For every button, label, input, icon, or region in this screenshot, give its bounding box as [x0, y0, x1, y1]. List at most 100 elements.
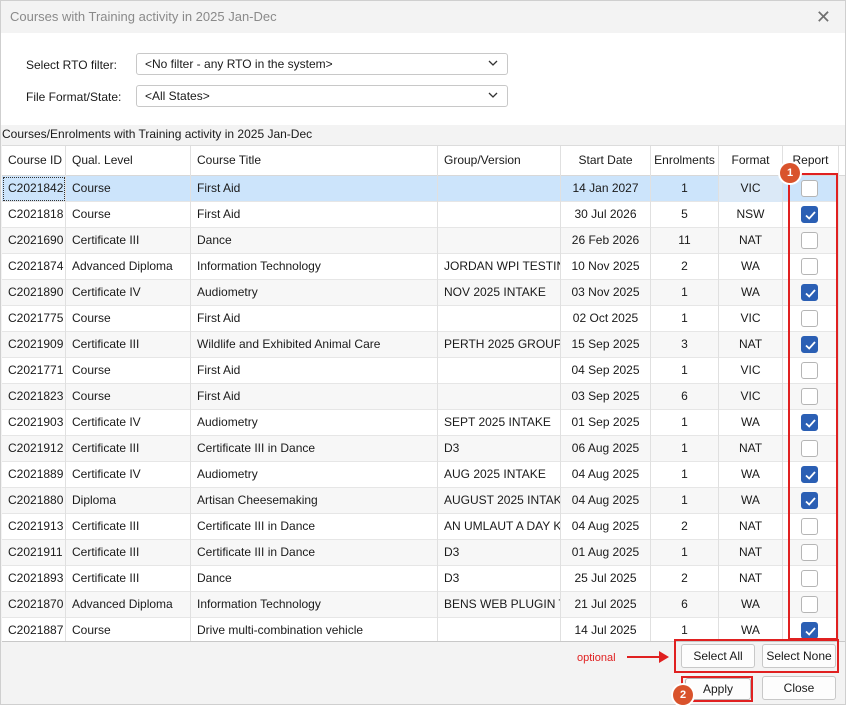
column-header-enrolments[interactable]: Enrolments	[651, 146, 719, 176]
course-title-cell: First Aid	[191, 384, 438, 410]
enrolments-cell: 2	[651, 514, 719, 540]
format-cell: WA	[719, 410, 783, 436]
courses-grid: Course ID Qual. Level Course Title Group…	[2, 145, 845, 642]
group-version-cell: JORDAN WPI TESTING	[438, 254, 561, 280]
format-cell: NAT	[719, 566, 783, 592]
step-2-badge: 2	[673, 685, 693, 705]
start-date-cell: 04 Aug 2025	[561, 514, 651, 540]
group-version-cell	[438, 384, 561, 410]
format-cell: NAT	[719, 540, 783, 566]
start-date-cell: 30 Jul 2026	[561, 202, 651, 228]
table-row[interactable]: C2021890 Certificate IV Audiometry NOV 2025…	[2, 280, 839, 306]
grid-section-title: Courses/Enrolments with Training activit…	[2, 127, 313, 141]
column-header-qual-level[interactable]: Qual. Level	[66, 146, 191, 176]
start-date-cell: 04 Aug 2025	[561, 462, 651, 488]
vertical-scrollbar[interactable]	[839, 176, 845, 641]
group-version-cell: NOV 2025 INTAKE	[438, 280, 561, 306]
filter-panel: Select RTO filter: <No filter - any RTO …	[1, 33, 845, 125]
format-filter-select[interactable]: <All States>	[136, 85, 508, 107]
start-date-cell: 01 Sep 2025	[561, 410, 651, 436]
group-version-cell: BENS WEB PLUGIN TES	[438, 592, 561, 618]
enrolments-cell: 1	[651, 436, 719, 462]
enrolments-cell: 1	[651, 306, 719, 332]
apply-button[interactable]: Apply	[685, 678, 751, 700]
group-version-cell: AUG 2025 INTAKE	[438, 462, 561, 488]
format-cell: NAT	[719, 436, 783, 462]
enrolments-cell: 1	[651, 410, 719, 436]
course-id-cell: C2021893	[2, 566, 66, 592]
course-title-cell: Information Technology	[191, 592, 438, 618]
rto-filter-select[interactable]: <No filter - any RTO in the system>	[136, 53, 508, 75]
table-row[interactable]: C2021690 Certificate III Dance 26 Feb 2026 1…	[2, 228, 839, 254]
start-date-cell: 15 Sep 2025	[561, 332, 651, 358]
table-row[interactable]: C2021889 Certificate IV Audiometry AUG 2025…	[2, 462, 839, 488]
table-row[interactable]: C2021818 Course First Aid 30 Jul 2026 5 NSW	[2, 202, 839, 228]
course-title-cell: First Aid	[191, 358, 438, 384]
table-row[interactable]: C2021911 Certificate III Certificate III i…	[2, 540, 839, 566]
qual-level-cell: Certificate III	[66, 514, 191, 540]
enrolments-cell: 1	[651, 280, 719, 306]
enrolments-cell: 6	[651, 384, 719, 410]
course-title-cell: Audiometry	[191, 410, 438, 436]
report-column-highlight	[788, 173, 838, 640]
table-row[interactable]: C2021874 Advanced Diploma Information Tech…	[2, 254, 839, 280]
group-version-cell: D3	[438, 436, 561, 462]
enrolments-cell: 1	[651, 358, 719, 384]
qual-level-cell: Certificate III	[66, 332, 191, 358]
course-id-cell: C2021870	[2, 592, 66, 618]
table-row[interactable]: C2021912 Certificate III Certificate III i…	[2, 436, 839, 462]
course-id-cell: C2021911	[2, 540, 66, 566]
column-header-course-title[interactable]: Course Title	[191, 146, 438, 176]
course-title-cell: Dance	[191, 228, 438, 254]
enrolments-cell: 1	[651, 462, 719, 488]
course-id-cell: C2021874	[2, 254, 66, 280]
select-all-button[interactable]: Select All	[681, 644, 755, 668]
start-date-cell: 25 Jul 2025	[561, 566, 651, 592]
table-row[interactable]: C2021909 Certificate III Wildlife and Exhi…	[2, 332, 839, 358]
dialog-window: Courses with Training activity in 2025 J…	[0, 0, 846, 705]
window-title: Courses with Training activity in 2025 J…	[10, 9, 277, 24]
table-row[interactable]: C2021913 Certificate III Certificate III i…	[2, 514, 839, 540]
table-row[interactable]: C2021823 Course First Aid 03 Sep 2025 6 VIC	[2, 384, 839, 410]
format-cell: NAT	[719, 514, 783, 540]
group-version-cell: SEPT 2025 INTAKE	[438, 410, 561, 436]
enrolments-cell: 3	[651, 332, 719, 358]
select-none-button[interactable]: Select None	[762, 644, 836, 668]
course-id-cell: C2021889	[2, 462, 66, 488]
column-header-format[interactable]: Format	[719, 146, 783, 176]
optional-annotation-label: optional	[577, 652, 616, 664]
close-icon[interactable]: ✕	[816, 7, 831, 27]
column-header-group-version[interactable]: Group/Version	[438, 146, 561, 176]
start-date-cell: 26 Feb 2026	[561, 228, 651, 254]
rto-filter-value: <No filter - any RTO in the system>	[145, 57, 333, 71]
start-date-cell: 14 Jan 2027	[561, 176, 651, 202]
course-title-cell: Wildlife and Exhibited Animal Care	[191, 332, 438, 358]
group-version-cell	[438, 202, 561, 228]
qual-level-cell: Course	[66, 202, 191, 228]
table-row[interactable]: C2021771 Course First Aid 04 Sep 2025 1 VIC	[2, 358, 839, 384]
enrolments-cell: 6	[651, 592, 719, 618]
table-row[interactable]: C2021880 Diploma Artisan Cheesemaking AUGUS…	[2, 488, 839, 514]
start-date-cell: 03 Nov 2025	[561, 280, 651, 306]
group-version-cell: PERTH 2025 GROUP 1	[438, 332, 561, 358]
group-version-cell: AN UMLAUT A DAY KEE	[438, 514, 561, 540]
group-version-cell	[438, 618, 561, 641]
column-header-course-id[interactable]: Course ID	[2, 146, 66, 176]
qual-level-cell: Course	[66, 358, 191, 384]
column-header-start-date[interactable]: Start Date	[561, 146, 651, 176]
table-row[interactable]: C2021903 Certificate IV Audiometry SEPT 202…	[2, 410, 839, 436]
table-row[interactable]: C2021870 Advanced Diploma Information Tech…	[2, 592, 839, 618]
course-id-cell: C2021909	[2, 332, 66, 358]
table-row[interactable]: C2021893 Certificate III Dance D3 25 Jul 202…	[2, 566, 839, 592]
step-1-badge: 1	[780, 163, 800, 183]
table-row[interactable]: C2021842 Course First Aid 14 Jan 2027 1 VIC	[2, 176, 839, 202]
enrolments-cell: 1	[651, 176, 719, 202]
course-title-cell: Certificate III in Dance	[191, 514, 438, 540]
qual-level-cell: Diploma	[66, 488, 191, 514]
table-row[interactable]: C2021775 Course First Aid 02 Oct 2025 1 VIC	[2, 306, 839, 332]
format-cell: VIC	[719, 384, 783, 410]
course-id-cell: C2021903	[2, 410, 66, 436]
close-button[interactable]: Close	[762, 676, 836, 700]
start-date-cell: 04 Sep 2025	[561, 358, 651, 384]
course-title-cell: Certificate III in Dance	[191, 436, 438, 462]
